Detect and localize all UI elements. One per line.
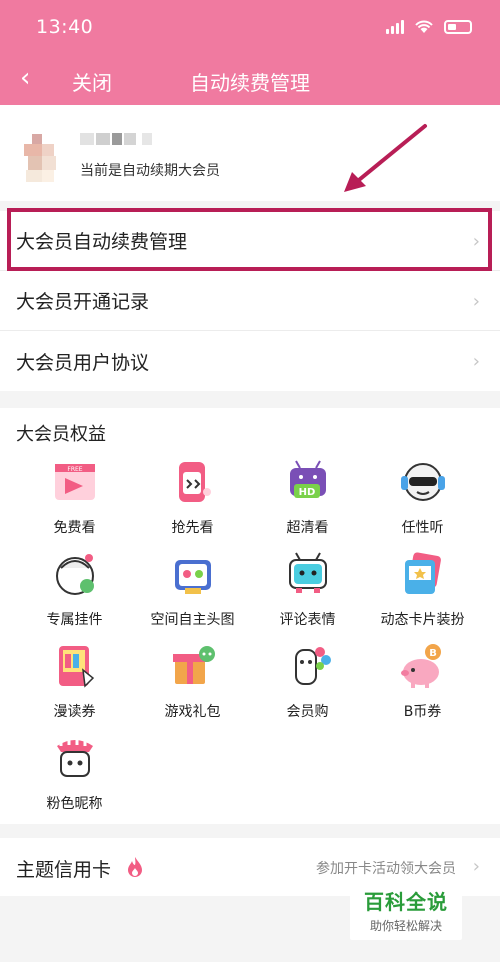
comic-coupon-icon (58, 646, 94, 688)
listen-icon (400, 463, 445, 501)
menu-item-label: 大会员自动续费管理 (16, 231, 188, 253)
benefit-comic-coupon[interactable]: 漫读券 (12, 640, 137, 730)
fire-icon (128, 857, 142, 877)
benefit-bcoin-coupon[interactable]: B B币券 (360, 640, 485, 730)
benefit-label: 漫读券 (53, 704, 96, 720)
benefit-member-shop[interactable]: 会员购 (245, 640, 370, 730)
nav-bar: ‹ 关闭 自动续费管理 (0, 55, 500, 105)
membership-menu: 大会员自动续费管理 › 大会员开通记录 › 大会员用户协议 › (0, 211, 500, 391)
menu-item-records[interactable]: 大会员开通记录 › (0, 271, 500, 331)
chevron-right-icon: › (472, 856, 480, 877)
watermark-logo: 百科全说 助你轻松解决 (350, 882, 462, 940)
member-status: 当前是自动续期大会员 (80, 163, 220, 179)
credit-card-title: 主题信用卡 (16, 859, 112, 881)
benefit-hd[interactable]: HD 超清看 (245, 456, 370, 546)
watermark-slogan: 助你轻松解决 (369, 919, 442, 933)
benefit-space-header[interactable]: 空间自主头图 (130, 548, 255, 638)
benefit-label: 游戏礼包 (164, 704, 221, 720)
benefit-free-watch[interactable]: FREE 免费看 (12, 456, 137, 546)
page-title: 自动续费管理 (190, 71, 310, 95)
benefit-emoji[interactable]: 评论表情 (245, 548, 370, 638)
svg-text:HD: HD (298, 487, 315, 498)
bcoin-coupon-icon: B (400, 644, 441, 688)
status-bar: 13:40 (0, 0, 500, 55)
free-watch-icon: FREE (54, 464, 95, 500)
benefit-game-gift[interactable]: 游戏礼包 (130, 640, 255, 730)
emoji-icon (288, 552, 327, 593)
benefit-listen[interactable]: 任性听 (360, 456, 485, 546)
benefit-label: 免费看 (53, 520, 96, 536)
member-shop-icon (294, 647, 331, 685)
battery-icon (444, 20, 472, 34)
chevron-right-icon: › (472, 291, 480, 312)
username-blurred (80, 133, 160, 147)
benefit-label: 粉色昵称 (46, 796, 103, 812)
signal-icon (386, 20, 404, 34)
hd-icon: HD (289, 460, 326, 498)
pendant-icon (55, 554, 94, 595)
game-gift-icon (172, 646, 215, 684)
benefit-pendant[interactable]: 专属挂件 (12, 548, 137, 638)
benefit-label: 空间自主头图 (150, 612, 235, 628)
benefit-label: 会员购 (286, 704, 329, 720)
menu-item-auto-renew[interactable]: 大会员自动续费管理 › (0, 211, 500, 271)
pink-nickname-icon (56, 737, 93, 777)
space-header-icon (174, 560, 211, 594)
status-time: 13:40 (36, 16, 94, 38)
menu-item-label: 大会员用户协议 (16, 351, 150, 374)
annotation-arrow-icon (344, 124, 427, 192)
svg-text:B: B (429, 648, 437, 659)
wifi-icon (415, 20, 433, 33)
watermark-brand: 百科全说 (364, 890, 448, 914)
benefit-pink-nickname[interactable]: 粉色昵称 (12, 732, 137, 822)
credit-card-promo: 参加开卡活动领大会员 (316, 861, 456, 877)
benefit-label: 超清看 (286, 520, 329, 536)
benefit-label: 动态卡片装扮 (380, 612, 465, 628)
avatar[interactable] (24, 134, 62, 190)
menu-item-label: 大会员开通记录 (16, 291, 150, 313)
benefit-label: B币券 (403, 704, 442, 720)
benefit-label: 专属挂件 (46, 612, 103, 628)
menu-item-agreement[interactable]: 大会员用户协议 › (0, 331, 500, 391)
benefit-label: 抢先看 (171, 520, 214, 536)
benefits-title: 大会员权益 (16, 424, 106, 445)
card-decor-icon (404, 552, 441, 594)
chevron-right-icon: › (472, 231, 480, 252)
benefit-label: 任性听 (401, 520, 444, 536)
benefit-card-decor[interactable]: 动态卡片装扮 (360, 548, 485, 638)
early-watch-icon (178, 462, 211, 502)
benefit-early-watch[interactable]: 抢先看 (130, 456, 255, 546)
svg-text:FREE: FREE (67, 466, 82, 473)
chevron-right-icon: › (472, 351, 480, 372)
benefits-section: 大会员权益 FREE 免费看 抢先看 HD 超清看 任性听 专属挂件 空间自主头… (0, 408, 500, 824)
benefit-label: 评论表情 (279, 612, 336, 628)
